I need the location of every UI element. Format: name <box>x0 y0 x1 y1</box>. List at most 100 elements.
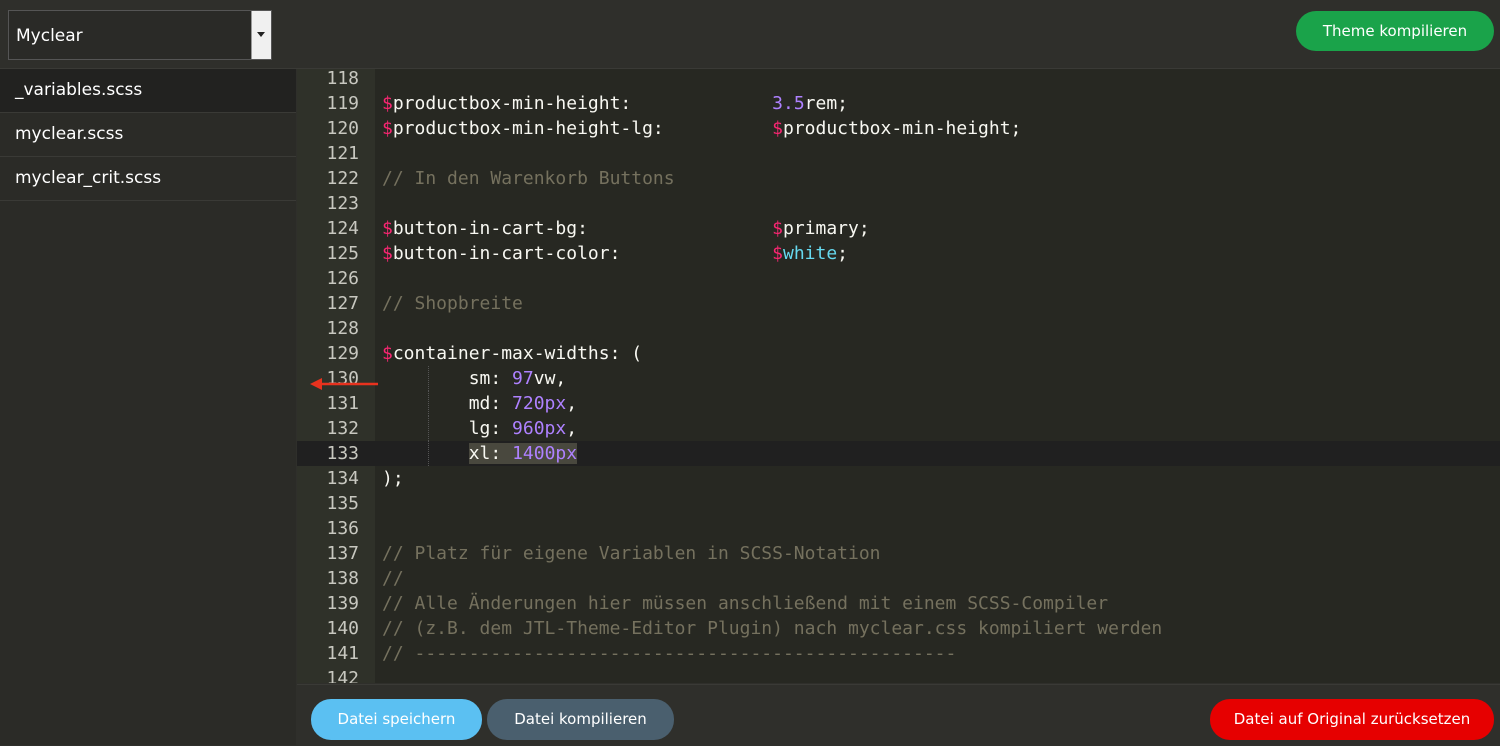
code-line[interactable]: 123 <box>297 191 1500 216</box>
compile-file-button[interactable]: Datei kompilieren <box>487 699 674 740</box>
line-number: 132 <box>326 418 359 439</box>
line-number: 134 <box>326 468 359 489</box>
theme-select[interactable]: Myclear <box>8 10 272 60</box>
code-text: // In den Warenkorb Buttons <box>382 166 675 191</box>
code-token: // Alle Änderungen hier müssen anschließ… <box>382 593 1109 614</box>
code-line[interactable]: 122 // In den Warenkorb Buttons <box>297 166 1500 191</box>
file-sidebar: _variables.scss myclear.scss myclear_crit.… <box>0 69 296 745</box>
code-text: $container-max-widths: ( <box>382 341 642 366</box>
code-line[interactable]: 137 // Platz für eigene Variablen in SCSS… <box>297 541 1500 566</box>
line-number: 133 <box>326 443 359 464</box>
code-token: $ <box>382 218 393 239</box>
compile-theme-button[interactable]: Theme kompilieren <box>1296 11 1494 51</box>
code-line[interactable]: 132 lg: 960px, <box>297 416 1500 441</box>
code-text: // -------------------------------------… <box>382 641 956 666</box>
line-number: 120 <box>326 118 359 139</box>
code-token: $ <box>382 118 393 139</box>
code-token: // -------------------------------------… <box>382 643 957 664</box>
top-bar: Myclear Theme kompilieren <box>0 0 1500 69</box>
code-token: productbox-min-height-lg: <box>392 118 773 139</box>
line-number: 124 <box>326 218 359 239</box>
code-token: productbox-min-height; <box>782 118 1022 139</box>
line-number: 125 <box>326 243 359 264</box>
code-token: 720px <box>512 393 567 414</box>
line-number: 139 <box>326 593 359 614</box>
code-token: md: <box>382 393 513 414</box>
code-line[interactable]: 120 $productbox-min-height-lg: $productbo… <box>297 116 1500 141</box>
line-number: 138 <box>326 568 359 589</box>
code-text: $productbox-min-height-lg: $productbox-m… <box>382 116 1021 141</box>
code-line[interactable]: 138 // <box>297 566 1500 591</box>
file-item[interactable]: _variables.scss <box>0 69 296 113</box>
code-token: sm: <box>382 368 513 389</box>
code-token: vw, <box>533 368 567 389</box>
caret-down-icon[interactable] <box>251 11 271 59</box>
line-number: 119 <box>326 93 359 114</box>
file-item[interactable]: myclear.scss <box>0 113 296 157</box>
code-token: productbox-min-height: <box>392 93 773 114</box>
code-line[interactable]: 129 $container-max-widths: ( <box>297 341 1500 366</box>
line-number: 131 <box>326 393 359 414</box>
reset-file-button[interactable]: Datei auf Original zurücksetzen <box>1210 699 1494 740</box>
code-token: $ <box>772 218 783 239</box>
code-text: $button-in-cart-color: $white; <box>382 241 848 266</box>
code-line[interactable]: 121 <box>297 141 1500 166</box>
code-line[interactable]: 119 $productbox-min-height: 3.5rem; <box>297 91 1500 116</box>
code-line[interactable]: 135 <box>297 491 1500 516</box>
code-line[interactable]: 131 md: 720px, <box>297 391 1500 416</box>
code-token: white <box>782 243 838 264</box>
code-line[interactable]: 140 // (z.B. dem JTL-Theme-Editor Plugin)… <box>297 616 1500 641</box>
code-line[interactable]: 133 xl: 1400px <box>297 441 1500 466</box>
code-token: 960px <box>512 418 567 439</box>
code-token: ); <box>382 468 404 489</box>
line-number: 127 <box>326 293 359 314</box>
code-text: ); <box>382 466 404 491</box>
code-text: // Platz für eigene Variablen in SCSS-No… <box>382 541 881 566</box>
code-line[interactable]: 127 // Shopbreite <box>297 291 1500 316</box>
code-token: // In den Warenkorb Buttons <box>382 168 675 189</box>
code-token: $ <box>382 243 393 264</box>
line-number: 118 <box>326 69 359 89</box>
code-line[interactable]: 128 <box>297 316 1500 341</box>
code-token: container-max-widths: ( <box>392 343 643 364</box>
code-token: // Platz für eigene Variablen in SCSS-No… <box>382 543 881 564</box>
code-token: // (z.B. dem JTL-Theme-Editor Plugin) na… <box>382 618 1163 639</box>
code-text: sm: 97vw, <box>382 366 567 391</box>
code-line[interactable]: 141 // ----------------------------------… <box>297 641 1500 666</box>
line-number: 135 <box>326 493 359 514</box>
bottom-toolbar: Datei speichern Datei kompilieren Datei … <box>297 684 1500 746</box>
code-text: xl: 1400px <box>382 441 578 466</box>
code-token: $ <box>382 343 393 364</box>
code-token: 3.5 <box>772 93 805 114</box>
code-line[interactable]: 118 <box>297 69 1500 91</box>
code-line[interactable]: 136 <box>297 516 1500 541</box>
code-text: // (z.B. dem JTL-Theme-Editor Plugin) na… <box>382 616 1162 641</box>
code-token: xl: <box>468 443 513 464</box>
code-line[interactable]: 125 $button-in-cart-color: $white; <box>297 241 1500 266</box>
code-line[interactable]: 134); <box>297 466 1500 491</box>
code-text: md: 720px, <box>382 391 577 416</box>
line-number: 128 <box>326 318 359 339</box>
code-token: // <box>382 568 404 589</box>
code-line[interactable]: 124 $button-in-cart-bg: $primary; <box>297 216 1500 241</box>
code-line[interactable]: 126 <box>297 266 1500 291</box>
code-token: lg: <box>382 418 513 439</box>
code-text: // Shopbreite <box>382 291 523 316</box>
code-token: button-in-cart-color: <box>392 243 773 264</box>
line-number: 140 <box>326 618 359 639</box>
code-token: $ <box>772 243 783 264</box>
code-line[interactable]: 139 // Alle Änderungen hier müssen anschl… <box>297 591 1500 616</box>
file-item[interactable]: myclear_crit.scss <box>0 157 296 201</box>
save-file-button[interactable]: Datei speichern <box>311 699 482 740</box>
code-token: primary; <box>782 218 870 239</box>
code-token: ; <box>837 243 849 264</box>
code-token: $ <box>382 93 393 114</box>
line-number: 142 <box>326 668 359 683</box>
code-token: 1400px <box>512 443 578 464</box>
code-line[interactable]: 142 <box>297 666 1500 683</box>
code-editor[interactable]: 118 119 $productbox-min-height: 3.5rem; 120… <box>297 69 1500 683</box>
line-number: 123 <box>326 193 359 214</box>
code-text: // <box>382 566 404 591</box>
theme-select-value: Myclear <box>16 26 83 46</box>
code-line[interactable]: 130 sm: 97vw, <box>297 366 1500 391</box>
